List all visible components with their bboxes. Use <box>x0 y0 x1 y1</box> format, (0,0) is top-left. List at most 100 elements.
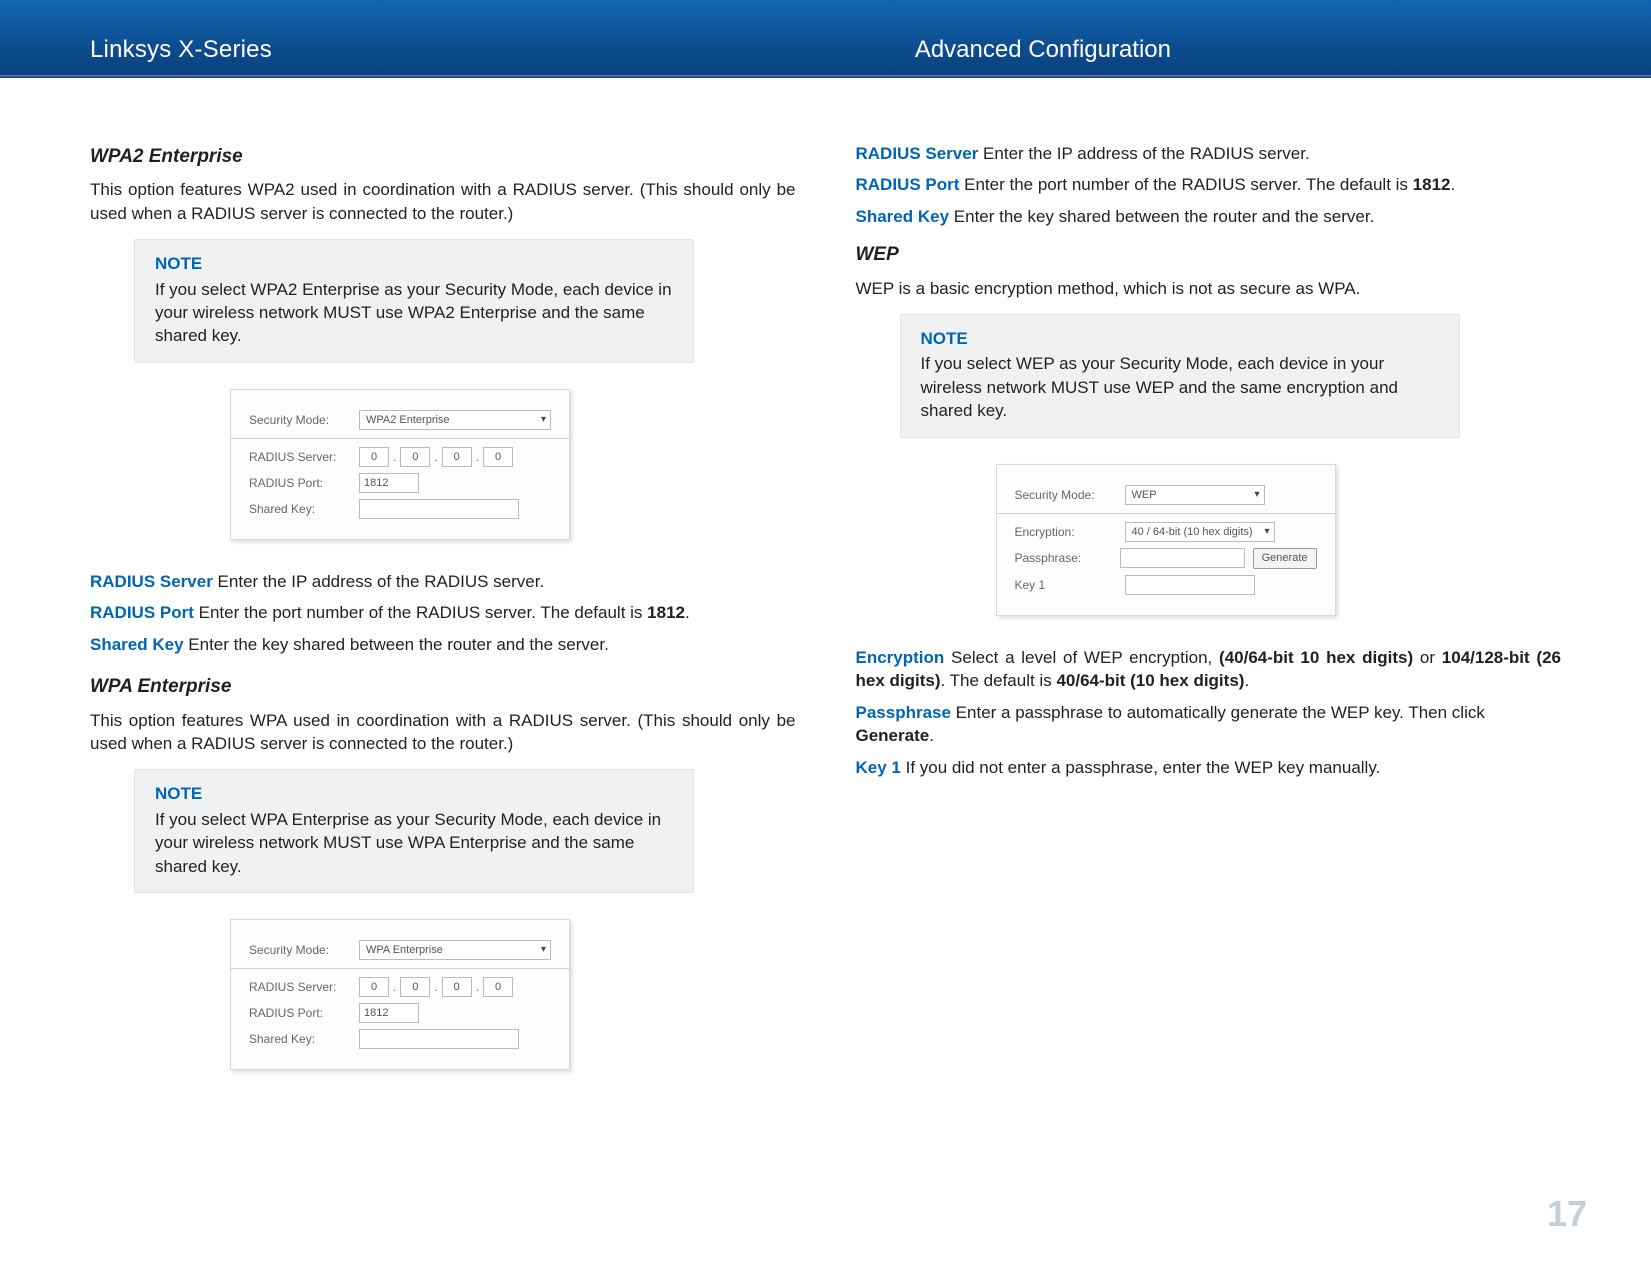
page-body: WPA2 Enterprise This option features WPA… <box>0 78 1651 1100</box>
field-text: Enter the port number of the RADIUS serv… <box>194 603 647 622</box>
chevron-down-icon: ▾ <box>541 943 546 957</box>
chevron-down-icon: ▾ <box>1254 488 1259 502</box>
field-label: Shared Key <box>856 207 950 226</box>
select-value: WPA2 Enterprise <box>366 414 450 426</box>
field-label: RADIUS Port <box>856 175 960 194</box>
ip-octet-input[interactable]: 0 <box>442 977 472 997</box>
note-title: NOTE <box>155 252 673 275</box>
ip-input-group: 0. 0. 0. 0 <box>359 977 513 997</box>
screenshot-label: Security Mode: <box>249 942 359 959</box>
note-body: If you select WPA Enterprise as your Sec… <box>155 810 661 876</box>
field-key1: Key 1 If you did not enter a passphrase,… <box>856 756 1562 779</box>
field-label: Shared Key <box>90 635 184 654</box>
field-text: . <box>1244 671 1249 690</box>
note-body: If you select WEP as your Security Mode,… <box>921 354 1398 420</box>
wep-screenshot: Security Mode: WEP ▾ Encryption: 40 / 64… <box>996 464 1336 616</box>
ip-octet-input[interactable]: 0 <box>359 447 389 467</box>
field-radius-server: RADIUS Server Enter the IP address of th… <box>856 142 1562 165</box>
field-radius-port: RADIUS Port Enter the port number of the… <box>856 173 1562 196</box>
screenshot-label: RADIUS Server: <box>249 979 359 996</box>
field-shared-key: Shared Key Enter the key shared between … <box>856 205 1562 228</box>
ip-octet-input[interactable]: 0 <box>359 977 389 997</box>
field-radius-server: RADIUS Server Enter the IP address of th… <box>90 570 796 593</box>
wpa-enterprise-heading: WPA Enterprise <box>90 674 796 700</box>
screenshot-label: Shared Key: <box>249 501 359 518</box>
security-mode-select[interactable]: WPA Enterprise ▾ <box>359 940 551 960</box>
header-bar: Linksys X-Series Advanced Configuration <box>0 0 1651 78</box>
ip-octet-input[interactable]: 0 <box>483 447 513 467</box>
field-label: RADIUS Server <box>90 572 213 591</box>
screenshot-label: Passphrase: <box>1015 550 1120 567</box>
page-number: 17 <box>1547 1193 1587 1235</box>
key1-input[interactable] <box>1125 575 1255 595</box>
field-text: Enter a passphrase to automatically gene… <box>951 703 1485 722</box>
security-mode-select[interactable]: WPA2 Enterprise ▾ <box>359 410 551 430</box>
field-shared-key: Shared Key Enter the key shared between … <box>90 633 796 656</box>
field-text: Enter the port number of the RADIUS serv… <box>959 175 1412 194</box>
field-text: Enter the key shared between the router … <box>949 207 1374 226</box>
field-text: . The default is <box>941 671 1057 690</box>
header-right: Advanced Configuration <box>915 36 1171 64</box>
shared-key-input[interactable] <box>359 1029 519 1049</box>
security-mode-select[interactable]: WEP ▾ <box>1125 485 1265 505</box>
radius-port-input[interactable]: 1812 <box>359 473 419 493</box>
field-bold: 40/64-bit (10 hex digits) <box>1056 671 1244 690</box>
wpa2-screenshot: Security Mode: WPA2 Enterprise ▾ RADIUS … <box>230 389 570 540</box>
field-bold: Generate <box>856 726 930 745</box>
wpa-enterprise-note: NOTE If you select WPA Enterprise as you… <box>134 769 694 893</box>
screenshot-label: Security Mode: <box>249 412 359 429</box>
header-left: Linksys X-Series <box>90 36 272 64</box>
field-text: . <box>929 726 934 745</box>
field-bold: 1812 <box>1413 175 1451 194</box>
select-value: WPA Enterprise <box>366 944 443 956</box>
wpa2-enterprise-intro: This option features WPA2 used in coordi… <box>90 178 796 225</box>
ip-octet-input[interactable]: 0 <box>400 977 430 997</box>
ip-octet-input[interactable]: 0 <box>400 447 430 467</box>
chevron-down-icon: ▾ <box>541 413 546 427</box>
passphrase-input[interactable] <box>1120 548 1245 568</box>
right-column: RADIUS Server Enter the IP address of th… <box>856 138 1562 1100</box>
screenshot-label: Encryption: <box>1015 524 1125 541</box>
field-label: RADIUS Port <box>90 603 194 622</box>
field-encryption: Encryption Select a level of WEP encrypt… <box>856 646 1562 693</box>
wpa-enterprise-intro: This option features WPA used in coordin… <box>90 709 796 756</box>
wep-heading: WEP <box>856 242 1562 268</box>
field-text: If you did not enter a passphrase, enter… <box>901 758 1380 777</box>
ip-octet-input[interactable]: 0 <box>483 977 513 997</box>
field-label: RADIUS Server <box>856 144 979 163</box>
wpa2-enterprise-note: NOTE If you select WPA2 Enterprise as yo… <box>134 239 694 363</box>
field-text: Enter the IP address of the RADIUS serve… <box>978 144 1309 163</box>
ip-octet-input[interactable]: 0 <box>442 447 472 467</box>
radius-port-input[interactable]: 1812 <box>359 1003 419 1023</box>
field-text: . <box>685 603 690 622</box>
wep-intro: WEP is a basic encryption method, which … <box>856 277 1562 300</box>
chevron-down-icon: ▾ <box>1264 525 1269 539</box>
screenshot-label: RADIUS Port: <box>249 1005 359 1022</box>
screenshot-label: RADIUS Server: <box>249 449 359 466</box>
note-title: NOTE <box>921 327 1439 350</box>
select-value: 40 / 64-bit (10 hex digits) <box>1132 526 1253 538</box>
screenshot-label: Shared Key: <box>249 1031 359 1048</box>
field-text: Enter the key shared between the router … <box>184 635 609 654</box>
note-body: If you select WPA2 Enterprise as your Se… <box>155 280 672 346</box>
wpa-screenshot: Security Mode: WPA Enterprise ▾ RADIUS S… <box>230 919 570 1070</box>
field-bold: (40/64-bit 10 hex digits) <box>1219 648 1413 667</box>
field-text: Enter the IP address of the RADIUS serve… <box>213 572 544 591</box>
field-bold: 1812 <box>647 603 685 622</box>
screenshot-label: RADIUS Port: <box>249 475 359 492</box>
field-label: Key 1 <box>856 758 901 777</box>
encryption-select[interactable]: 40 / 64-bit (10 hex digits) ▾ <box>1125 522 1275 542</box>
screenshot-label: Key 1 <box>1015 577 1125 594</box>
field-radius-port: RADIUS Port Enter the port number of the… <box>90 601 796 624</box>
ip-input-group: 0. 0. 0. 0 <box>359 447 513 467</box>
left-column: WPA2 Enterprise This option features WPA… <box>90 138 796 1100</box>
field-label: Passphrase <box>856 703 951 722</box>
wpa2-enterprise-heading: WPA2 Enterprise <box>90 144 796 170</box>
field-label: Encryption <box>856 648 945 667</box>
screenshot-label: Security Mode: <box>1015 487 1125 504</box>
field-text: . <box>1450 175 1455 194</box>
select-value: WEP <box>1132 489 1157 501</box>
generate-button[interactable]: Generate <box>1253 548 1317 569</box>
wep-note: NOTE If you select WEP as your Security … <box>900 314 1460 438</box>
shared-key-input[interactable] <box>359 499 519 519</box>
